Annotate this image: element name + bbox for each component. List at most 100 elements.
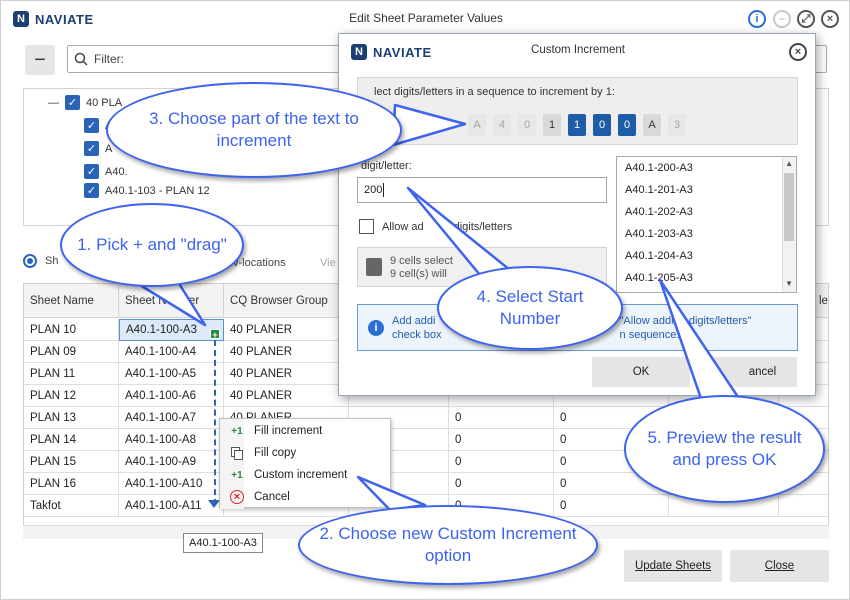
grid-cell[interactable] bbox=[779, 495, 828, 517]
sequence-chip[interactable]: 3 bbox=[668, 114, 686, 136]
tree-root-label: 40 PLA bbox=[86, 96, 123, 109]
minimize-icon[interactable]: – bbox=[773, 10, 791, 28]
callout-5: 5. Preview the result and press OK bbox=[624, 395, 825, 503]
scroll-down-icon[interactable]: ▼ bbox=[785, 279, 793, 288]
grid-cell-number[interactable]: A40.1-100-A4 bbox=[119, 341, 224, 363]
grid-cell-name[interactable]: PLAN 16 bbox=[24, 473, 119, 495]
tree-item[interactable]: ✓ A40.1-103 - PLAN 12 bbox=[84, 183, 210, 198]
tree-root[interactable]: — ✓ 40 PLA bbox=[48, 95, 122, 110]
search-icon bbox=[74, 52, 88, 66]
menu-item-cancel[interactable]: × Cancel bbox=[220, 486, 392, 508]
views-link[interactable]: Vie bbox=[320, 257, 336, 269]
dialog-title: Custom Increment bbox=[531, 44, 625, 56]
ok-button[interactable]: OK bbox=[592, 357, 690, 387]
preview-scroll-thumb[interactable] bbox=[784, 173, 794, 241]
tree-item[interactable]: ✓ A40. bbox=[84, 164, 128, 179]
sequence-chip[interactable]: 0 bbox=[593, 114, 611, 136]
preview-item: A40.1-204-A3 bbox=[625, 250, 693, 262]
tree-item-checkbox[interactable]: ✓ bbox=[84, 118, 99, 133]
scroll-up-icon[interactable]: ▲ bbox=[785, 159, 793, 168]
sequence-chip[interactable]: 0 bbox=[618, 114, 636, 136]
dialog-close-icon[interactable]: × bbox=[789, 43, 807, 61]
tree-item[interactable]: ✓ A bbox=[84, 141, 112, 156]
grid-cell-name[interactable]: PLAN 12 bbox=[24, 385, 119, 407]
tree-item-label: A40. bbox=[105, 165, 128, 178]
sequence-chip[interactable]: A bbox=[643, 114, 661, 136]
grid-cell-group[interactable]: 40 PLANER bbox=[224, 341, 349, 363]
grid-cell-v1[interactable]: 0 bbox=[449, 451, 554, 473]
view-locations-link[interactable]: v-locations bbox=[233, 257, 286, 269]
tree-item-label: A bbox=[105, 142, 113, 155]
update-sheets-button[interactable]: Update Sheets bbox=[624, 550, 722, 582]
restore-icon[interactable]: ⤢ bbox=[797, 10, 815, 28]
grid-cell-name[interactable]: PLAN 09 bbox=[24, 341, 119, 363]
allow-adding-checkbox[interactable] bbox=[359, 219, 374, 234]
tree-item-checkbox[interactable]: ✓ bbox=[84, 183, 99, 198]
grid-cell-group[interactable]: 40 PLANER bbox=[224, 385, 349, 407]
menu-item-label: Fill copy bbox=[254, 447, 297, 459]
view-options: Sh bbox=[23, 254, 58, 268]
sequence-chip[interactable]: 1 bbox=[568, 114, 586, 136]
close-button[interactable]: Close bbox=[730, 550, 829, 582]
copy-icon bbox=[220, 446, 254, 460]
sequence-label: lect digits/letters in a sequence to inc… bbox=[374, 86, 615, 98]
hint-text-1: Add addi bbox=[392, 314, 436, 327]
tree-item-checkbox[interactable]: ✓ bbox=[84, 164, 99, 179]
grid-cell-number[interactable]: A40.1-100-A3 bbox=[119, 319, 224, 341]
column-header-browser-group[interactable]: CQ Browser Group bbox=[224, 284, 349, 318]
sequence-chip[interactable]: 4 bbox=[493, 114, 511, 136]
grid-cell-v1[interactable]: 0 bbox=[449, 429, 554, 451]
fill-context-menu: +1 Fill increment Fill copy +1 Custom in… bbox=[219, 418, 392, 509]
grid-cell-group[interactable]: 40 PLANER bbox=[224, 363, 349, 385]
start-number-value: 200 bbox=[364, 184, 383, 196]
sheets-radio-label: Sh bbox=[45, 255, 59, 267]
column-header-sheet-name[interactable]: Sheet Name bbox=[24, 284, 119, 318]
tree-item-checkbox[interactable]: ✓ bbox=[84, 141, 99, 156]
increment-icon: +1 bbox=[231, 425, 243, 437]
close-icon[interactable]: × bbox=[821, 10, 839, 28]
start-number-input[interactable]: 200 bbox=[357, 177, 607, 203]
menu-item-fill-copy[interactable]: Fill copy bbox=[220, 442, 392, 464]
allow-adding-label: Allow ad bbox=[382, 220, 424, 233]
grid-cell-name[interactable]: PLAN 11 bbox=[24, 363, 119, 385]
grid-cell-v1[interactable]: 0 bbox=[449, 473, 554, 495]
hint-info-icon: i bbox=[368, 319, 384, 336]
grid-cell-name[interactable]: PLAN 14 bbox=[24, 429, 119, 451]
menu-item-fill-increment[interactable]: +1 Fill increment bbox=[220, 420, 392, 442]
grid-cell-v1[interactable]: 0 bbox=[449, 407, 554, 429]
cancel-button[interactable]: ancel bbox=[698, 357, 797, 387]
callout-2: 2. Choose new Custom Increment option bbox=[298, 505, 598, 585]
grid-cell-number[interactable]: A40.1-100-A9 bbox=[119, 451, 224, 473]
callout-1: 1. Pick + and "drag" bbox=[60, 203, 244, 287]
column-header-sheet-number[interactable]: Sheet Number bbox=[119, 284, 224, 318]
info-icon[interactable]: i bbox=[748, 10, 766, 28]
preview-item: A40.1-205-A3 bbox=[625, 272, 693, 284]
collapse-tree-icon[interactable]: — bbox=[48, 97, 59, 109]
menu-item-label: Custom increment bbox=[254, 469, 348, 481]
grid-cell-name[interactable]: PLAN 10 bbox=[24, 319, 119, 341]
sequence-chip[interactable]: 0 bbox=[518, 114, 536, 136]
grid-cell-name[interactable]: PLAN 13 bbox=[24, 407, 119, 429]
tree-item-label: A40.1-103 - PLAN 12 bbox=[105, 184, 210, 197]
grid-cell-name[interactable]: Takfot bbox=[24, 495, 119, 517]
sheets-radio[interactable] bbox=[23, 254, 37, 268]
tree-root-checkbox[interactable]: ✓ bbox=[65, 95, 80, 110]
fill-handle-icon[interactable]: + bbox=[210, 329, 220, 340]
grid-cell-number[interactable]: A40.1-100-A10 bbox=[119, 473, 224, 495]
grid-cell-v2[interactable]: 0 bbox=[554, 495, 669, 517]
grid-cell-number[interactable]: A40.1-100-A8 bbox=[119, 429, 224, 451]
grid-cell-number[interactable]: A40.1-100-A5 bbox=[119, 363, 224, 385]
collapse-button[interactable]: − bbox=[25, 45, 55, 75]
menu-item-custom-increment[interactable]: +1 Custom increment bbox=[220, 464, 392, 486]
sequence-chip[interactable]: 1 bbox=[543, 114, 561, 136]
info-line-1: 9 cells select bbox=[390, 254, 453, 267]
hint-text-3: "Allow adding digits/letters" bbox=[619, 314, 752, 327]
grid-cell-name[interactable]: PLAN 15 bbox=[24, 451, 119, 473]
preview-list[interactable]: A40.1-200-A3 A40.1-201-A3 A40.1-202-A3 A40.… bbox=[616, 156, 797, 293]
allow-adding-row[interactable]: Allow ad digits/letters bbox=[359, 219, 512, 234]
grid-cell-number[interactable]: A40.1-100-A7 bbox=[119, 407, 224, 429]
hint-text-4: n sequence. bbox=[619, 328, 680, 341]
grid-cell-group[interactable]: 40 PLANER bbox=[224, 319, 349, 341]
sequence-chip[interactable]: A bbox=[468, 114, 486, 136]
grid-cell-number[interactable]: A40.1-100-A6 bbox=[119, 385, 224, 407]
